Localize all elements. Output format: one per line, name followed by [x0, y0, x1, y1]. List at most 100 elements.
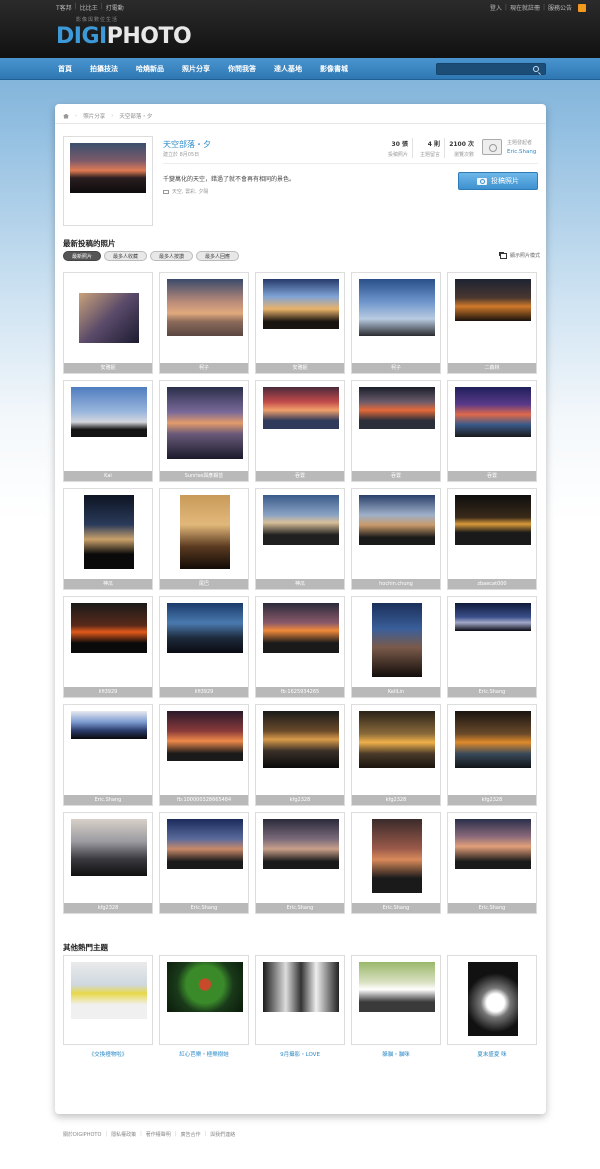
hot-topic-thumbnail[interactable] — [359, 962, 435, 1012]
photo-tile[interactable]: lifi3929 — [159, 596, 249, 698]
photo-thumbnail[interactable] — [455, 279, 531, 321]
hot-topic-tile[interactable] — [351, 955, 441, 1045]
hot-topic-thumbnail[interactable] — [263, 962, 339, 1012]
photo-author[interactable]: Eric.Shang — [256, 903, 344, 913]
photo-tile[interactable]: lifi3929 — [63, 596, 153, 698]
photo-thumbnail[interactable] — [263, 603, 339, 653]
top-link-bbw[interactable]: 比比王 — [80, 3, 98, 12]
register-link[interactable]: 現在就註冊 — [510, 3, 540, 12]
photo-thumbnail[interactable] — [180, 495, 230, 569]
photo-tile[interactable]: kfg2328 — [255, 704, 345, 806]
photo-tile[interactable]: 安雅妮 — [255, 272, 345, 374]
photo-tile[interactable]: Eric.Shang — [351, 812, 441, 914]
host-avatar-icon[interactable] — [482, 139, 502, 155]
photo-tile[interactable]: 二森林 — [447, 272, 537, 374]
photo-tile[interactable]: Eric.Shang — [447, 596, 537, 698]
hot-topic-thumbnail[interactable] — [167, 962, 243, 1012]
photo-thumbnail[interactable] — [167, 603, 243, 653]
photo-author[interactable]: lifi3929 — [160, 687, 248, 697]
photo-author[interactable]: hochin.chung — [352, 579, 440, 589]
photo-thumbnail[interactable] — [359, 279, 435, 336]
photo-tile[interactable]: Eric.Shang — [255, 812, 345, 914]
photo-thumbnail[interactable] — [359, 495, 435, 545]
photo-author[interactable]: 柯子 — [160, 363, 248, 373]
footer-copyright[interactable]: 著作權聲明 — [146, 1131, 171, 1138]
photo-thumbnail[interactable] — [79, 293, 139, 343]
photo-author[interactable]: 柯子 — [352, 363, 440, 373]
hot-topic-title[interactable]: 紅心芭樂・極樂樹蛙 — [159, 1050, 249, 1058]
photo-author[interactable]: kfg2328 — [64, 903, 152, 913]
photo-author[interactable]: kfg2328 — [256, 795, 344, 805]
photo-tile[interactable]: fb:1625934265 — [255, 596, 345, 698]
footer-privacy[interactable]: 隱私權政策 — [111, 1131, 136, 1138]
footer-ads[interactable]: 廣告合作 — [180, 1131, 200, 1138]
photo-author[interactable]: Eric.Shang — [448, 687, 536, 697]
host-name-link[interactable]: Eric.Shang — [507, 149, 536, 155]
photo-tile[interactable]: 吞雲 — [255, 380, 345, 482]
photo-thumbnail[interactable] — [455, 387, 531, 437]
photo-author[interactable]: 尾巴 — [160, 579, 248, 589]
nav-bookstore[interactable]: 影像書城 — [320, 64, 348, 74]
photo-tile[interactable]: Eric.Shang — [159, 812, 249, 914]
photo-author[interactable]: 神瓜 — [256, 579, 344, 589]
hot-topic-tile[interactable] — [159, 955, 249, 1045]
photo-thumbnail[interactable] — [455, 711, 531, 768]
photo-tile[interactable]: Eric.Shang — [447, 812, 537, 914]
nav-qa[interactable]: 你問我答 — [228, 64, 256, 74]
photo-author[interactable]: KeliLin — [352, 687, 440, 697]
photo-tile[interactable]: Kai — [63, 380, 153, 482]
footer-contact[interactable]: 與我們連絡 — [210, 1131, 235, 1138]
hot-topic-thumbnail[interactable] — [468, 962, 518, 1036]
photo-tile[interactable]: fb:100000328665484 — [159, 704, 249, 806]
photo-tile[interactable]: hochin.chung — [351, 488, 441, 590]
photo-tile[interactable]: kfg2328 — [351, 704, 441, 806]
photo-tile[interactable]: 吞雲 — [447, 380, 537, 482]
photo-author[interactable]: kfg2328 — [448, 795, 536, 805]
photo-thumbnail[interactable] — [167, 711, 243, 761]
photo-author[interactable]: fb:100000328665484 — [160, 795, 248, 805]
top-link-tkb[interactable]: T客邦 — [56, 3, 72, 12]
photo-thumbnail[interactable] — [167, 279, 243, 336]
photo-tile[interactable]: Eric.Shang — [63, 704, 153, 806]
photo-thumbnail[interactable] — [455, 819, 531, 869]
photo-thumbnail[interactable] — [84, 495, 134, 569]
search-icon[interactable] — [533, 66, 539, 72]
photo-thumbnail[interactable] — [167, 819, 243, 869]
photo-thumbnail[interactable] — [263, 279, 339, 329]
photo-tile[interactable]: kfg2328 — [63, 812, 153, 914]
photo-author[interactable]: 吞雲 — [448, 471, 536, 481]
footer-about[interactable]: 關於DIGIPHOTO — [63, 1131, 101, 1138]
photo-author[interactable]: kfg2328 — [352, 795, 440, 805]
top-link-game[interactable]: 打電動 — [106, 3, 124, 12]
nav-experts[interactable]: 達人基地 — [274, 64, 302, 74]
photo-tile[interactable]: 安雅妮 — [63, 272, 153, 374]
photo-tile[interactable]: kfg2328 — [447, 704, 537, 806]
photo-thumbnail[interactable] — [359, 711, 435, 768]
photo-thumbnail[interactable] — [455, 603, 531, 631]
photo-thumbnail[interactable] — [455, 495, 531, 545]
photo-author[interactable]: Eric.Shang — [352, 903, 440, 913]
hot-topic-tile[interactable] — [447, 955, 537, 1045]
photo-author[interactable]: lifi3929 — [64, 687, 152, 697]
upload-photo-button[interactable]: 投稿照片 — [458, 172, 538, 190]
hot-topic-title[interactable]: 夏末盛夏 咪 — [447, 1050, 537, 1058]
announcement-link[interactable]: 服務公告 — [548, 3, 572, 12]
display-mode-button[interactable]: 顯示照片模式 — [500, 252, 540, 259]
photo-tile[interactable]: KeliLin — [351, 596, 441, 698]
photo-thumbnail[interactable] — [372, 819, 422, 893]
photo-author[interactable]: Eric.Shang — [448, 903, 536, 913]
photo-thumbnail[interactable] — [263, 819, 339, 869]
breadcrumb-photo-share[interactable]: 照片分享 — [83, 112, 105, 120]
photo-author[interactable]: fb:1625934265 — [256, 687, 344, 697]
hot-topic-title[interactable]: 躲貓・貓咪 — [351, 1050, 441, 1058]
photo-author[interactable]: zbaecat000 — [448, 579, 536, 589]
photo-author[interactable]: Kai — [64, 471, 152, 481]
photo-author[interactable]: 吞雲 — [256, 471, 344, 481]
photo-tile[interactable]: zbaecat000 — [447, 488, 537, 590]
photo-thumbnail[interactable] — [71, 711, 147, 739]
photo-thumbnail[interactable] — [372, 603, 422, 677]
nav-photo-share[interactable]: 照片分享 — [182, 64, 210, 74]
photo-tile[interactable]: Sunrise與彥錫芸 — [159, 380, 249, 482]
filter-most-replied[interactable]: 最多人回應 — [196, 251, 240, 261]
photo-author[interactable]: 吞雲 — [352, 471, 440, 481]
